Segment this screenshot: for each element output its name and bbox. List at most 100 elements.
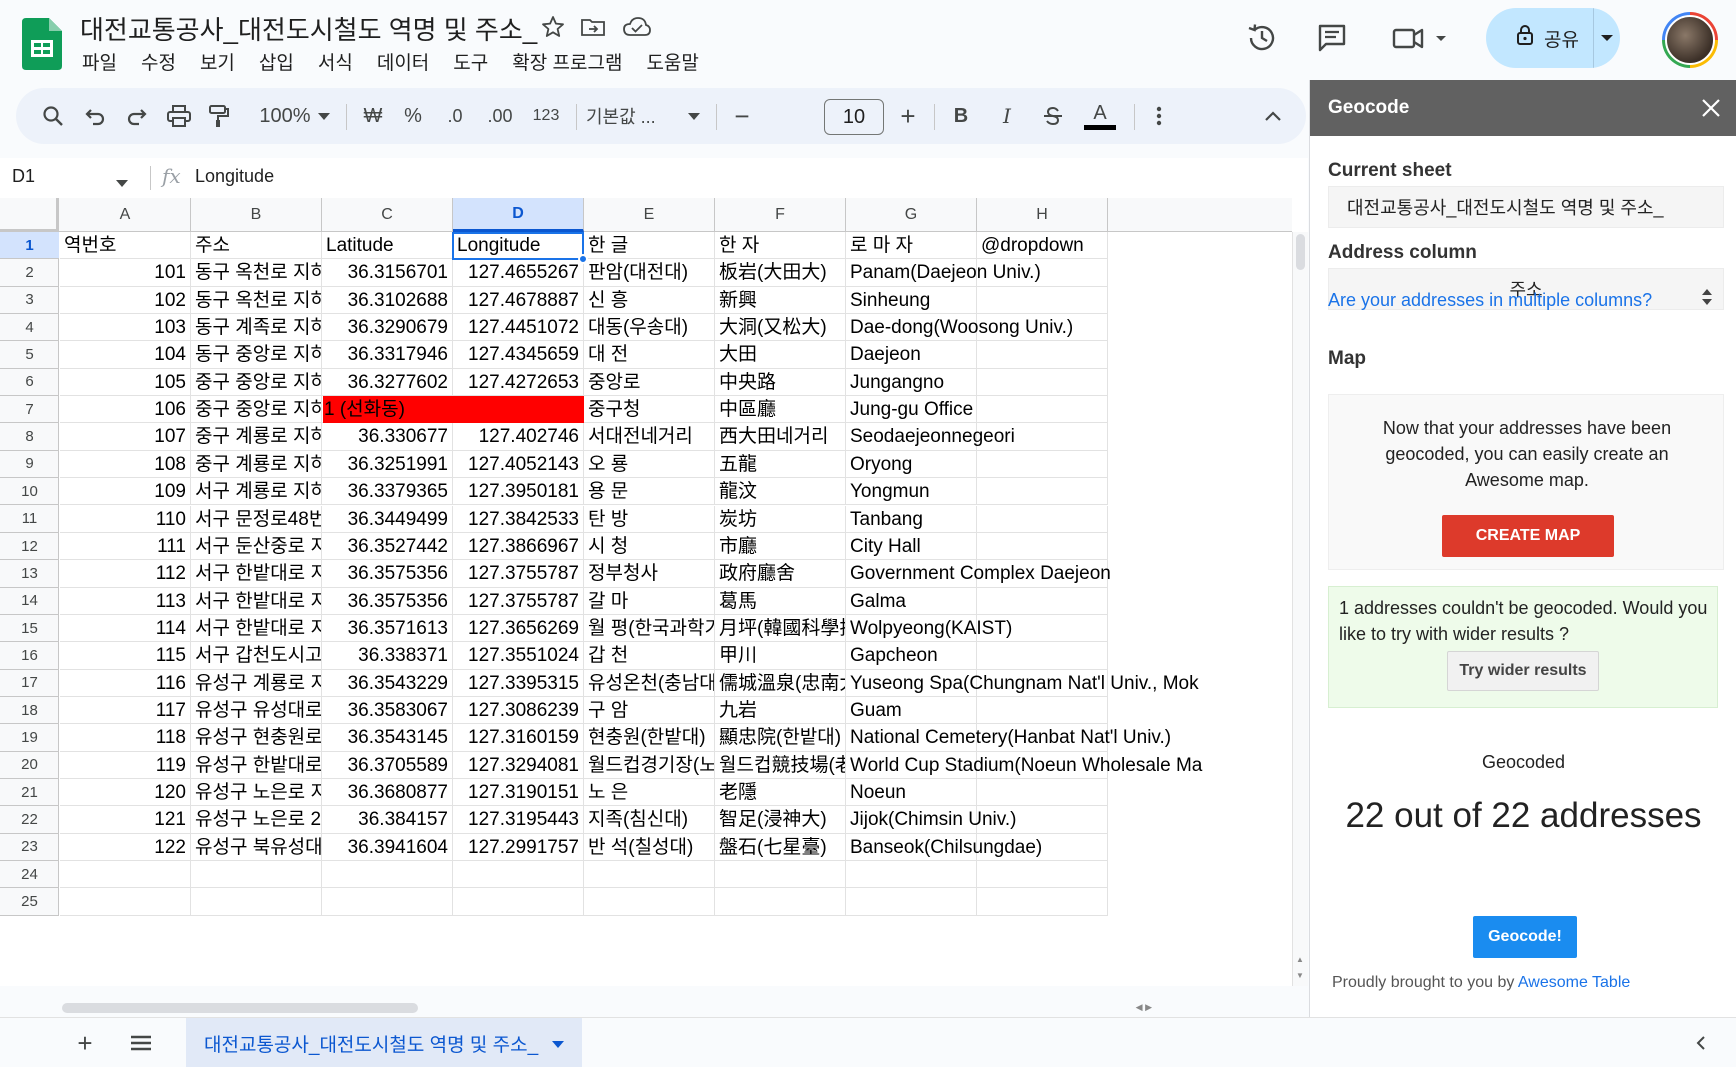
increase-font-size-button[interactable]: + xyxy=(894,88,922,144)
row-header-24[interactable]: 24 xyxy=(0,861,59,889)
cell[interactable]: 유성구 현충원로 지 xyxy=(191,724,322,752)
cell[interactable]: Panam(Daejeon Univ.) xyxy=(846,259,1041,287)
cell[interactable]: 현충원(한밭대) xyxy=(584,724,715,752)
decrease-decimal-button[interactable]: .0 xyxy=(438,88,472,144)
search-menus-icon[interactable] xyxy=(36,88,70,144)
row-header-18[interactable]: 18 xyxy=(0,697,59,725)
cell[interactable]: 오 룡 xyxy=(584,450,715,479)
cell[interactable]: 127.3086239 xyxy=(453,696,584,725)
cell[interactable]: 儒城溫泉(忠南大,牧 xyxy=(715,669,846,697)
font-size-input[interactable]: 10 xyxy=(824,99,884,135)
name-box-caret-icon[interactable] xyxy=(116,174,128,192)
cell[interactable]: 五龍 xyxy=(715,450,846,479)
cell[interactable]: 36.3583067 xyxy=(322,696,453,725)
cell[interactable] xyxy=(977,286,1108,315)
format-percent-button[interactable]: % xyxy=(398,88,428,144)
cell[interactable]: 葛馬 xyxy=(715,587,846,615)
cell[interactable]: 36.3156701 xyxy=(322,259,453,287)
move-folder-icon[interactable] xyxy=(578,12,608,42)
cell[interactable] xyxy=(453,861,584,889)
cell[interactable]: 유성구 북유성대로 xyxy=(191,833,322,862)
cell[interactable]: 36.3449499 xyxy=(322,505,453,533)
cell[interactable] xyxy=(584,888,715,916)
cell[interactable] xyxy=(191,861,322,889)
cell[interactable]: 甲川 xyxy=(715,642,846,670)
cell[interactable]: 유성구 유성대로 7( xyxy=(191,696,322,725)
cell[interactable]: 유성구 노은로 지하 xyxy=(191,779,322,807)
cell[interactable]: 36.330677 xyxy=(322,423,453,451)
cell[interactable]: 112 xyxy=(60,560,191,588)
cell[interactable] xyxy=(846,861,977,889)
cell[interactable]: 반 석(칠성대) xyxy=(584,833,715,862)
row-header-17[interactable]: 17 xyxy=(0,670,59,697)
cell[interactable]: 역번호 xyxy=(60,232,191,260)
column-header-d[interactable]: D xyxy=(453,198,584,232)
cell[interactable]: 36.384157 xyxy=(322,806,453,834)
cell[interactable]: 117 xyxy=(60,696,191,725)
cell[interactable]: 동구 중앙로 지하 2 xyxy=(191,341,322,369)
cell[interactable]: 老隱 xyxy=(715,779,846,807)
cell[interactable] xyxy=(977,505,1108,533)
cell[interactable]: 104 xyxy=(60,341,191,369)
column-header-c[interactable]: C xyxy=(322,198,453,232)
cell[interactable]: National Cemetery(Hanbat Nat'l Univ.) xyxy=(846,724,1171,752)
cell[interactable]: 月坪(韓國科學技術 xyxy=(715,614,846,643)
cell[interactable]: 105 xyxy=(60,368,191,397)
cell[interactable]: 중구 계룡로 지하 7 xyxy=(191,450,322,479)
cell[interactable] xyxy=(977,396,1108,424)
cell[interactable]: 板岩(大田大) xyxy=(715,259,846,287)
cell[interactable] xyxy=(60,861,191,889)
cell[interactable]: Galma xyxy=(846,587,977,615)
comments-icon[interactable] xyxy=(1308,14,1356,62)
cell[interactable]: 盤石(七星臺) xyxy=(715,833,846,862)
column-header-b[interactable]: B xyxy=(191,198,322,232)
add-sheet-icon[interactable]: + xyxy=(70,1028,100,1058)
sheet-tab-caret-icon[interactable] xyxy=(552,1032,565,1054)
cell[interactable]: 36.3251991 xyxy=(322,450,453,479)
cell[interactable]: Jung-gu Office xyxy=(846,396,977,424)
cell[interactable]: 111 xyxy=(60,532,191,561)
cell[interactable]: 36.3102688 xyxy=(322,286,453,315)
cell[interactable]: 지족(침신대) xyxy=(584,806,715,834)
cell[interactable]: 127.4451072 xyxy=(453,314,584,342)
cell[interactable]: 36.3290679 xyxy=(322,314,453,342)
cell[interactable]: 106 xyxy=(60,396,191,424)
cell[interactable] xyxy=(60,888,191,916)
cell[interactable]: 월드컵경기장(노은 xyxy=(584,751,715,779)
cell[interactable]: 서구 한밭대로 지하 xyxy=(191,587,322,615)
cell[interactable]: 127.4678887 xyxy=(453,286,584,315)
close-icon[interactable] xyxy=(1697,94,1725,122)
cell[interactable]: 서구 둔산중로 지하 xyxy=(191,532,322,561)
cell[interactable]: 동구 옥천로 지하 7 xyxy=(191,286,322,315)
cell[interactable]: 36.3543145 xyxy=(322,724,453,752)
cell[interactable]: 36.3680877 xyxy=(322,779,453,807)
cell[interactable]: 노 은 xyxy=(584,779,715,807)
cell[interactable]: 유성구 한밭대로 지 xyxy=(191,751,322,779)
cell[interactable]: 갈 마 xyxy=(584,587,715,615)
menu-insert[interactable]: 삽입 xyxy=(247,46,306,77)
zoom-select[interactable]: 100% xyxy=(248,88,322,144)
menu-extensions[interactable]: 확장 프로그램 xyxy=(500,46,634,77)
row-header-19[interactable]: 19 xyxy=(0,724,59,752)
row-header-6[interactable]: 6 xyxy=(0,369,59,397)
formula-input[interactable]: Longitude xyxy=(195,166,274,187)
awesome-table-link[interactable]: Awesome Table xyxy=(1518,974,1630,991)
cell[interactable]: 동구 옥천로 지하1( xyxy=(191,259,322,287)
cell[interactable]: 시 청 xyxy=(584,532,715,561)
row-header-8[interactable]: 8 xyxy=(0,423,59,451)
avatar[interactable] xyxy=(1662,12,1718,68)
redo-icon[interactable] xyxy=(120,88,154,144)
cell[interactable]: 36.3277602 xyxy=(322,368,453,397)
share-button[interactable]: 공유 xyxy=(1486,8,1620,68)
menu-view[interactable]: 보기 xyxy=(188,46,247,77)
cell[interactable]: Tanbang xyxy=(846,505,977,533)
cell[interactable]: 114 xyxy=(60,614,191,643)
cell[interactable]: 36.338371 xyxy=(322,642,453,670)
decrease-font-size-button[interactable]: − xyxy=(728,88,756,144)
cell[interactable]: 龍汶 xyxy=(715,478,846,506)
row-header-1[interactable]: 1 xyxy=(0,232,59,260)
cell[interactable]: Sinheung xyxy=(846,286,977,315)
cell[interactable]: 서구 갑천도시고속 xyxy=(191,642,322,670)
cell[interactable] xyxy=(715,861,846,889)
cell[interactable]: 서구 계룡로 지하 6 xyxy=(191,478,322,506)
